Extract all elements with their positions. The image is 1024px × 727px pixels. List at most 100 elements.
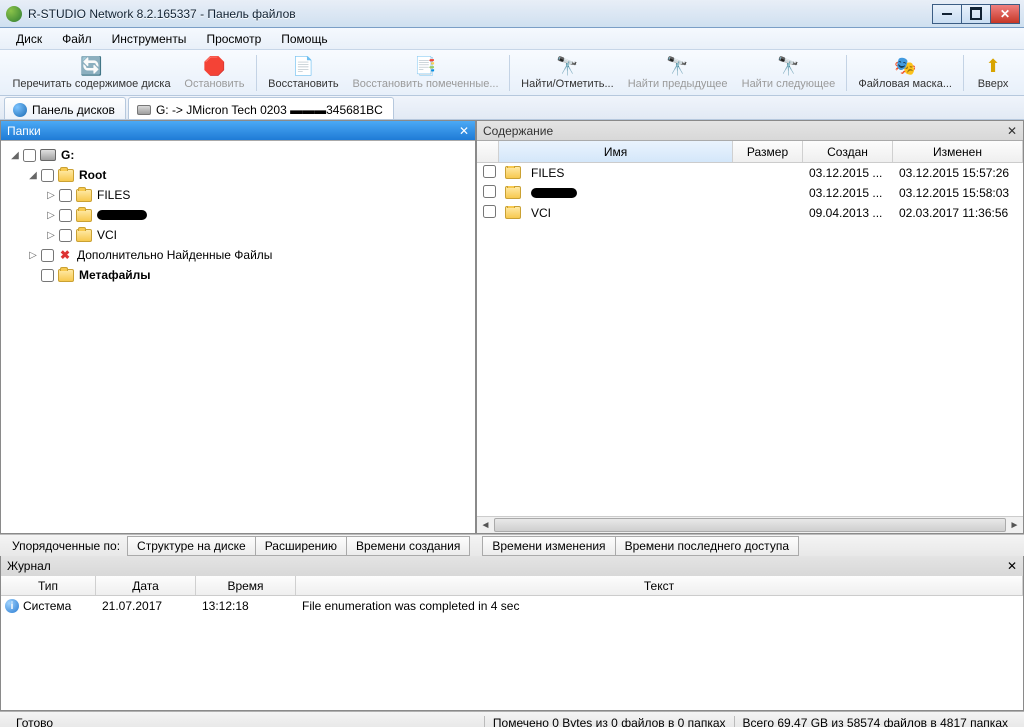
tree-checkbox[interactable] xyxy=(59,229,72,242)
scroll-right-icon[interactable]: ► xyxy=(1006,517,1023,534)
tree-label-extra-found: Дополнительно Найденные Файлы xyxy=(77,248,272,262)
up-icon: ⬆ xyxy=(982,55,1004,77)
tree-node-redacted[interactable]: ▷ xyxy=(3,205,473,225)
row-checkbox[interactable] xyxy=(483,185,496,198)
window-title: R-STUDIO Network 8.2.165337 - Панель фай… xyxy=(28,7,933,21)
menu-view[interactable]: Просмотр xyxy=(196,29,271,49)
col-modified[interactable]: Изменен xyxy=(893,141,1023,162)
expand-icon[interactable]: ▷ xyxy=(27,250,39,261)
tree-checkbox[interactable] xyxy=(59,209,72,222)
tree-node-drive[interactable]: ◢ G: xyxy=(3,145,473,165)
folder-icon xyxy=(505,166,521,179)
tabs-row: Панель дисков G: -> JMicron Tech 0203 ▬▬… xyxy=(0,96,1024,120)
tab-drive[interactable]: G: -> JMicron Tech 0203 ▬▬▬345681BC xyxy=(128,97,394,119)
row-modified: 03.12.2015 15:58:03 xyxy=(893,186,1023,200)
sort-atime[interactable]: Времени последнего доступа xyxy=(615,536,799,556)
menu-help[interactable]: Помощь xyxy=(271,29,337,49)
collapse-icon[interactable]: ◢ xyxy=(27,170,39,181)
status-ready: Готово xyxy=(8,716,484,727)
tab-disks-panel[interactable]: Панель дисков xyxy=(4,97,126,119)
tool-find-prev[interactable]: 🔭 Найти предыдущее xyxy=(621,51,735,95)
tree-checkbox[interactable] xyxy=(41,169,54,182)
main-split: Папки ✕ ◢ G: ◢ Root ▷ FILES xyxy=(0,120,1024,534)
log-col-type[interactable]: Тип xyxy=(1,576,96,595)
log-col-text[interactable]: Текст xyxy=(296,576,1023,595)
menu-disk[interactable]: Диск xyxy=(6,29,52,49)
tool-up[interactable]: ⬆ Вверх xyxy=(968,51,1018,95)
log-row-type: Система xyxy=(23,599,71,613)
close-button[interactable] xyxy=(990,4,1020,24)
tool-recover-marked[interactable]: 📑 Восстановить помеченные... xyxy=(346,51,505,95)
tree-checkbox[interactable] xyxy=(23,149,36,162)
log-panel: Журнал ✕ Тип Дата Время Текст iСистема 2… xyxy=(0,556,1024,711)
sort-ctime[interactable]: Времени создания xyxy=(346,536,470,556)
tree-node-extra-found[interactable]: ▷ ✖ Дополнительно Найденные Файлы xyxy=(3,245,473,265)
content-panel-header: Содержание ✕ xyxy=(477,121,1023,141)
row-created: 03.12.2015 ... xyxy=(803,166,893,180)
tool-reread[interactable]: 🔄 Перечитать содержимое диска xyxy=(6,51,177,95)
log-col-time[interactable]: Время xyxy=(196,576,296,595)
scroll-thumb[interactable] xyxy=(494,518,1006,532)
tree-node-root[interactable]: ◢ Root xyxy=(3,165,473,185)
menu-file[interactable]: Файл xyxy=(52,29,102,49)
redacted-label xyxy=(97,210,147,220)
menu-tools[interactable]: Инструменты xyxy=(102,29,197,49)
log-close[interactable]: ✕ xyxy=(1007,559,1017,573)
content-panel-title: Содержание xyxy=(483,124,553,138)
status-marked: Помечено 0 Bytes из 0 файлов в 0 папках xyxy=(484,716,734,727)
tool-find-prev-label: Найти предыдущее xyxy=(628,78,728,90)
binoculars-icon: 🔭 xyxy=(556,55,578,77)
tool-find-next[interactable]: 🔭 Найти следующее xyxy=(735,51,843,95)
list-row[interactable]: 03.12.2015 ... 03.12.2015 15:58:03 xyxy=(477,183,1023,203)
expand-icon[interactable]: ▷ xyxy=(45,210,57,221)
minimize-button[interactable] xyxy=(932,4,962,24)
row-modified: 02.03.2017 11:36:56 xyxy=(893,206,1023,220)
content-list[interactable]: FILES 03.12.2015 ... 03.12.2015 15:57:26… xyxy=(477,163,1023,516)
tree-node-vci[interactable]: ▷ VCI xyxy=(3,225,473,245)
tool-recover[interactable]: 📄 Восстановить xyxy=(261,51,346,95)
row-name: FILES xyxy=(531,166,564,180)
mask-icon: 🎭 xyxy=(894,55,916,77)
recover-marked-icon: 📑 xyxy=(414,55,436,77)
tool-find-next-label: Найти следующее xyxy=(742,78,836,90)
tree-node-metafiles[interactable]: ▷ Метафайлы xyxy=(3,265,473,285)
log-col-date[interactable]: Дата xyxy=(96,576,196,595)
content-panel-close[interactable]: ✕ xyxy=(1007,124,1017,138)
sort-structure[interactable]: Структуре на диске xyxy=(127,536,256,556)
folder-icon xyxy=(58,169,74,182)
tree-checkbox[interactable] xyxy=(41,249,54,262)
tool-file-mask[interactable]: 🎭 Файловая маска... xyxy=(851,51,959,95)
row-checkbox[interactable] xyxy=(483,205,496,218)
tree-checkbox[interactable] xyxy=(41,269,54,282)
tree-label-metafiles: Метафайлы xyxy=(79,268,150,282)
window-titlebar: R-STUDIO Network 8.2.165337 - Панель фай… xyxy=(0,0,1024,28)
expand-icon[interactable]: ▷ xyxy=(45,230,57,241)
list-row[interactable]: VCI 09.04.2013 ... 02.03.2017 11:36:56 xyxy=(477,203,1023,223)
tool-stop[interactable]: 🛑 Остановить xyxy=(177,51,252,95)
tree-label-drive: G: xyxy=(61,148,74,162)
col-size[interactable]: Размер xyxy=(733,141,803,162)
tree-node-files[interactable]: ▷ FILES xyxy=(3,185,473,205)
row-created: 03.12.2015 ... xyxy=(803,186,893,200)
tool-file-mask-label: Файловая маска... xyxy=(858,78,952,90)
tree-label-files: FILES xyxy=(97,188,130,202)
tool-find-mark[interactable]: 🔭 Найти/Отметить... xyxy=(514,51,621,95)
content-hscroll[interactable]: ◄ ► xyxy=(477,516,1023,533)
sort-mtime[interactable]: Времени изменения xyxy=(482,536,615,556)
col-checkbox[interactable] xyxy=(477,141,499,162)
sort-extension[interactable]: Расширению xyxy=(255,536,347,556)
list-row[interactable]: FILES 03.12.2015 ... 03.12.2015 15:57:26 xyxy=(477,163,1023,183)
scroll-left-icon[interactable]: ◄ xyxy=(477,517,494,534)
recover-icon: 📄 xyxy=(292,55,314,77)
col-created[interactable]: Создан xyxy=(803,141,893,162)
folders-panel-close[interactable]: ✕ xyxy=(459,124,469,138)
expand-icon[interactable]: ▷ xyxy=(45,190,57,201)
maximize-button[interactable] xyxy=(961,4,991,24)
row-checkbox[interactable] xyxy=(483,165,496,178)
log-row[interactable]: iСистема 21.07.2017 13:12:18 File enumer… xyxy=(1,596,1023,616)
collapse-icon[interactable]: ◢ xyxy=(9,150,21,161)
redacted-label xyxy=(531,188,577,198)
folders-tree[interactable]: ◢ G: ◢ Root ▷ FILES ▷ xyxy=(1,141,475,533)
col-name[interactable]: Имя xyxy=(499,141,733,162)
tree-checkbox[interactable] xyxy=(59,189,72,202)
